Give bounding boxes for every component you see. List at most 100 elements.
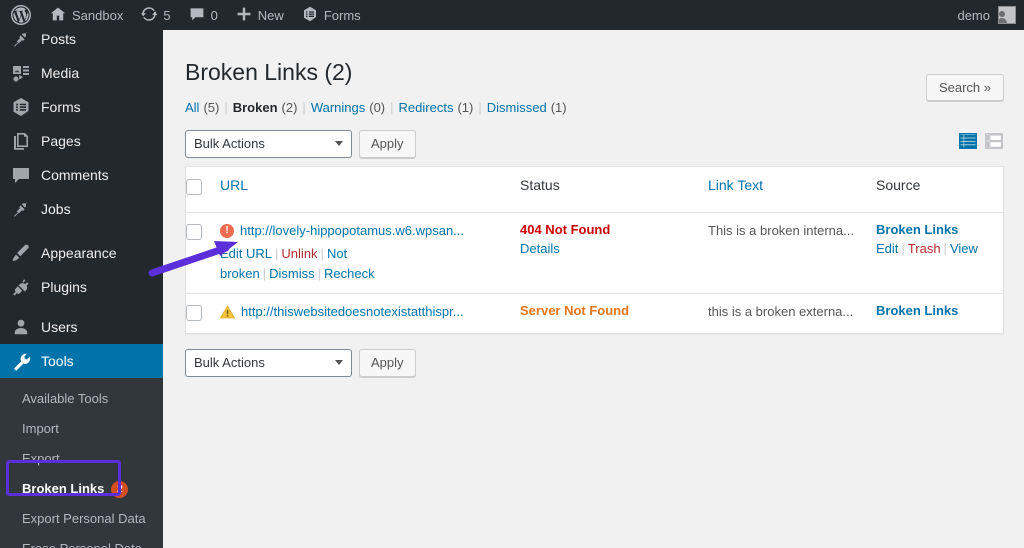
sidebar-item-label: Appearance <box>41 245 117 261</box>
submenu-item-import[interactable]: Import <box>0 414 163 444</box>
view-mode-switch <box>958 131 1004 151</box>
my-account-menu[interactable]: demo <box>957 6 1024 24</box>
page-title: Broken Links (2) <box>185 59 353 85</box>
media-icon <box>11 63 31 83</box>
filter-link-all[interactable]: All <box>185 100 199 115</box>
source-action-edit[interactable]: Edit <box>876 241 898 256</box>
submenu-item-label: Broken Links <box>22 481 105 496</box>
status-cell: Server Not Found <box>520 294 708 333</box>
filter-item: Redirects (1) | <box>399 100 487 115</box>
comment-bubble-icon <box>11 165 31 185</box>
bulk-actions-select-top[interactable]: Bulk Actions <box>185 129 352 158</box>
status-actions: Details <box>520 241 698 256</box>
submenu-item-available-tools[interactable]: Available Tools <box>0 384 163 414</box>
filter-link-broken[interactable]: Broken <box>233 100 278 115</box>
sidebar-item-appearance[interactable]: Appearance <box>0 236 163 270</box>
filter-link-warnings[interactable]: Warnings <box>311 100 365 115</box>
source-cell: Broken Links Edit | Trash | View <box>876 213 1003 294</box>
broken-url-link[interactable]: http://lovely-hippopotamus.w6.wpsan... <box>240 222 464 240</box>
bulk-actions-select-wrapper-bottom: Bulk Actions <box>185 348 352 377</box>
row-action-dismiss[interactable]: Dismiss <box>269 266 315 281</box>
forms-icon <box>302 6 318 25</box>
column-header-status: Status <box>520 167 708 213</box>
user-icon <box>11 317 31 337</box>
submenu-item-erase-personal-data[interactable]: Erase Personal Data <box>0 534 163 548</box>
apply-button-top[interactable]: Apply <box>359 129 416 158</box>
broken-links-table: URL Status Link Text Source ! http://love… <box>185 165 1004 334</box>
row-action-edit-url[interactable]: Edit URL <box>220 246 272 261</box>
sort-by-link-text-link[interactable]: Link Text <box>708 177 763 193</box>
sidebar-item-plugins[interactable]: Plugins <box>0 270 163 304</box>
link-text-cell: This is a broken interna... <box>708 213 876 294</box>
paintbrush-icon <box>11 243 31 263</box>
error-circle-icon: ! <box>220 223 234 238</box>
sidebar-item-users[interactable]: Users <box>0 310 163 344</box>
source-action-view[interactable]: View <box>950 241 978 256</box>
submenu-item-export-personal-data[interactable]: Export Personal Data <box>0 504 163 534</box>
wordpress-logo-icon[interactable] <box>0 0 41 30</box>
action-divider: | <box>943 240 947 256</box>
comments-count: 0 <box>210 7 218 23</box>
filter-count: (1) <box>457 99 474 115</box>
menu-separator <box>0 226 163 236</box>
new-label: New <box>257 7 284 23</box>
submenu-item-broken-links[interactable]: Broken Links 2 <box>0 474 163 504</box>
row-checkbox[interactable] <box>186 223 202 240</box>
sidebar-item-comments[interactable]: Comments <box>0 158 163 192</box>
sidebar-item-label: Posts <box>41 31 77 47</box>
sidebar-item-label: Media <box>41 65 80 81</box>
row-action-recheck[interactable]: Recheck <box>324 266 375 281</box>
sidebar-item-media[interactable]: Media <box>0 56 163 90</box>
site-name-menu[interactable]: Sandbox <box>41 0 132 30</box>
table-row: http://thiswebsitedoesnotexistatthispr..… <box>186 294 1003 333</box>
row-action-unlink[interactable]: Unlink <box>281 246 317 261</box>
excerpt-view-icon[interactable] <box>984 131 1004 151</box>
filter-divider: | <box>224 99 228 115</box>
sidebar-item-label: Plugins <box>41 279 87 295</box>
filter-item: Warnings (0) | <box>311 100 399 115</box>
source-post-link[interactable]: Broken Links <box>876 222 958 237</box>
sort-by-url-link[interactable]: URL <box>220 177 248 193</box>
url-line: ! http://lovely-hippopotamus.w6.wpsan... <box>220 222 510 240</box>
select-all-checkbox[interactable] <box>186 178 202 195</box>
sidebar-tools-submenu: Available Tools Import Export Broken Links 2… <box>0 378 163 548</box>
action-divider: | <box>901 240 905 256</box>
sidebar-item-label: Jobs <box>41 201 71 217</box>
link-text-value: this is a broken externa... <box>708 303 854 319</box>
comments-menu[interactable]: 0 <box>180 0 227 30</box>
new-content-menu[interactable]: New <box>227 0 293 30</box>
row-actions: Edit URL | Unlink | Not broken | Dismiss | Reche… <box>220 244 500 284</box>
source-post-link[interactable]: Broken Links <box>876 303 958 318</box>
link-text-value: This is a broken interna... <box>708 222 854 238</box>
user-display-name: demo <box>957 7 990 23</box>
sidebar-item-tools[interactable]: Tools <box>0 344 171 378</box>
column-header-link-text: Link Text <box>708 167 876 213</box>
source-cell: Broken Links <box>876 294 1003 333</box>
filter-count: (1) <box>550 99 567 115</box>
table-body: ! http://lovely-hippopotamus.w6.wpsan... E… <box>186 213 1003 333</box>
source-action-trash[interactable]: Trash <box>908 241 941 256</box>
list-view-icon[interactable] <box>958 131 978 151</box>
sidebar-item-pages[interactable]: Pages <box>0 124 163 158</box>
sidebar-item-jobs[interactable]: Jobs <box>0 192 163 226</box>
home-icon <box>50 6 66 25</box>
filter-divider: | <box>302 99 306 115</box>
admin-bar: Sandbox 5 0 New Forms demo <box>0 0 1024 30</box>
wordpress-admin-screen: Posts Media Forms Pages Comments Jobs Appearan… <box>0 0 1024 548</box>
select-all-header <box>186 167 220 213</box>
search-button[interactable]: Search » <box>925 74 1004 101</box>
filter-item: Dismissed (1) <box>487 100 567 115</box>
submenu-item-export[interactable]: Export <box>0 444 163 474</box>
filter-link-dismissed[interactable]: Dismissed <box>487 100 547 115</box>
site-name-label: Sandbox <box>72 7 124 23</box>
updates-menu[interactable]: 5 <box>132 0 179 30</box>
broken-url-link[interactable]: http://thiswebsitedoesnotexistatthispr..… <box>241 303 464 321</box>
sidebar-item-forms[interactable]: Forms <box>0 90 163 124</box>
bulk-actions-select-bottom[interactable]: Bulk Actions <box>185 348 352 377</box>
forms-menu[interactable]: Forms <box>293 0 370 30</box>
status-details-link[interactable]: Details <box>520 241 560 256</box>
status-cell: 404 Not Found Details <box>520 213 708 294</box>
filter-link-redirects[interactable]: Redirects <box>399 100 454 115</box>
apply-button-bottom[interactable]: Apply <box>359 348 416 377</box>
row-checkbox[interactable] <box>186 304 202 321</box>
